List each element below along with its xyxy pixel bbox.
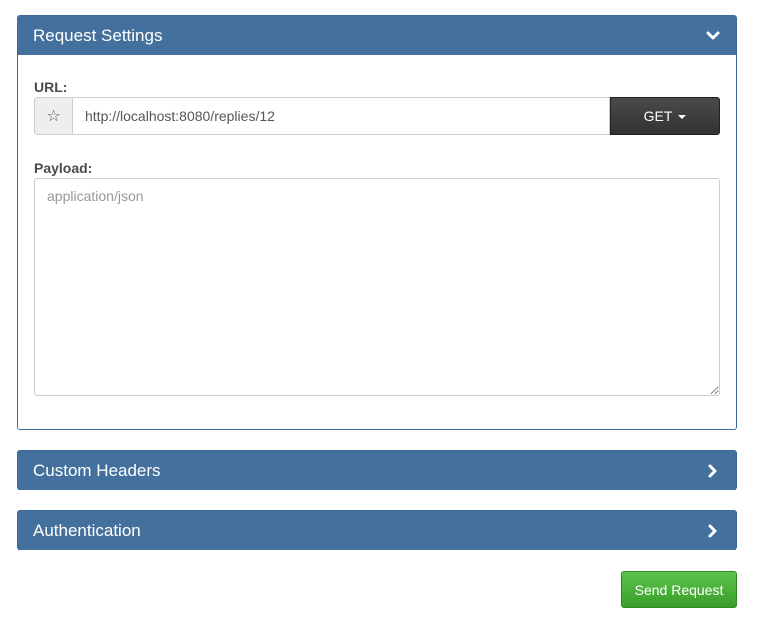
payload-label: Payload: xyxy=(34,160,93,176)
custom-headers-header[interactable]: Custom Headers xyxy=(18,451,736,490)
method-dropdown-button[interactable]: GET xyxy=(610,97,720,135)
url-input[interactable] xyxy=(72,97,610,135)
custom-headers-title: Custom Headers xyxy=(33,460,161,480)
chevron-right-icon xyxy=(705,523,721,539)
chevron-down-icon xyxy=(705,28,721,44)
payload-textarea[interactable] xyxy=(34,178,720,396)
caret-down-icon xyxy=(678,114,687,119)
url-label: URL: xyxy=(34,79,68,95)
request-settings-header[interactable]: Request Settings xyxy=(18,16,736,55)
custom-headers-panel: Custom Headers xyxy=(17,450,737,490)
favorite-button[interactable]: ☆ xyxy=(34,97,72,135)
request-builder: Request Settings URL: ☆ GET Payload: xyxy=(0,0,763,620)
url-input-group: ☆ GET xyxy=(34,97,720,135)
request-settings-panel: Request Settings URL: ☆ GET Payload: xyxy=(17,15,737,430)
authentication-header[interactable]: Authentication xyxy=(18,511,736,550)
authentication-title: Authentication xyxy=(33,520,141,540)
request-settings-body: URL: ☆ GET Payload: xyxy=(18,55,736,396)
method-label: GET xyxy=(643,108,673,124)
star-icon: ☆ xyxy=(46,108,61,125)
request-settings-title: Request Settings xyxy=(33,25,163,45)
chevron-right-icon xyxy=(705,463,721,479)
authentication-panel: Authentication xyxy=(17,510,737,550)
send-request-button[interactable]: Send Request xyxy=(621,571,737,608)
